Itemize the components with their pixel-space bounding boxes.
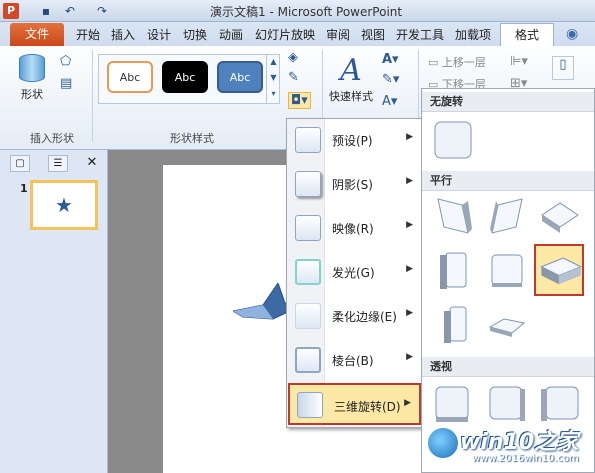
outline-tab-icon[interactable]: ☰ (48, 155, 68, 172)
3d-rotation-submenu: 无旋转 平行 透视 (421, 88, 595, 473)
group-divider (92, 50, 93, 142)
text-box-icon[interactable]: ▤ (60, 76, 72, 91)
cylinder-shape-icon (19, 54, 45, 82)
quick-styles-button[interactable]: A 快速样式 (328, 54, 374, 104)
watermark-url: www.2016win10.com (472, 453, 579, 464)
submenu-arrow-icon: ▶ (406, 352, 413, 362)
rotation-none-tile[interactable] (432, 119, 474, 161)
menu-item-3d-rotation[interactable]: 三维旋转(D) ▶ (288, 383, 421, 425)
tab-review[interactable]: 审阅 (326, 25, 350, 45)
menu-item-reflection[interactable]: 映像(R) ▶ (288, 209, 421, 247)
menu-item-shadow[interactable]: 阴影(S) ▶ (288, 165, 421, 203)
tab-animations[interactable]: 动画 (219, 25, 243, 45)
rotation-perspective-1-tile[interactable] (432, 383, 474, 425)
rotation-parallel-5-tile[interactable] (486, 249, 528, 291)
section-no-rotation: 无旋转 (422, 92, 594, 112)
submenu-arrow-icon: ▶ (406, 220, 413, 230)
submenu-arrow-icon: ▶ (406, 264, 413, 274)
redo-icon[interactable]: ↷ (94, 3, 110, 19)
tab-home[interactable]: 开始 (76, 25, 100, 45)
menu-item-preset[interactable]: 预设(P) ▶ (288, 121, 421, 159)
tab-insert[interactable]: 插入 (111, 25, 135, 45)
size-icon[interactable]: ▯ (552, 56, 574, 80)
section-parallel: 平行 (422, 171, 594, 191)
menu-item-bevel[interactable]: 棱台(B) ▶ (288, 341, 421, 379)
shadow-icon (295, 171, 321, 197)
rotation-parallel-7-tile[interactable] (432, 303, 474, 345)
rotation-parallel-4-tile[interactable] (432, 249, 474, 291)
slides-tab-icon[interactable]: ▢ (10, 155, 30, 172)
watermark-text: win10之家 (460, 430, 579, 455)
tab-view[interactable]: 视图 (361, 25, 385, 45)
quick-styles-label: 快速样式 (329, 90, 373, 103)
submenu-arrow-icon: ▶ (406, 132, 413, 142)
rotation-parallel-3-tile[interactable] (538, 195, 580, 237)
align-icon[interactable]: ⊫▾ (510, 54, 528, 69)
ribbon-tabs: 文件 开始 插入 设计 切换 动画 幻灯片放映 审阅 视图 开发工具 加载项 格… (0, 22, 595, 46)
slide-number: 1 (20, 182, 28, 195)
tab-slideshow[interactable]: 幻灯片放映 (255, 25, 315, 45)
rotation-perspective-3-tile[interactable] (538, 383, 580, 425)
shape-style-blue[interactable]: Abc (217, 61, 263, 93)
tab-design[interactable]: 设计 (147, 25, 171, 45)
slide-thumbnail[interactable]: ★ (30, 180, 98, 230)
text-fill-icon[interactable]: A▾ (382, 52, 399, 67)
shapes-button[interactable]: 形状 (14, 54, 50, 114)
rotation-parallel-8-tile[interactable] (486, 303, 528, 345)
submenu-arrow-icon: ▶ (406, 308, 413, 318)
wordart-a-icon: A (340, 53, 362, 88)
section-perspective: 透视 (422, 357, 594, 377)
gallery-scroll-arrows[interactable]: ▲ ▼ ▾ (266, 54, 280, 104)
rotation-parallel-6-tile-selected[interactable] (534, 244, 584, 296)
submenu-arrow-icon: ▶ (406, 176, 413, 186)
rotation-perspective-2-tile[interactable] (486, 383, 528, 425)
bring-forward-button[interactable]: ▭ 上移一层 (428, 54, 486, 70)
tab-addins[interactable]: 加载项 (455, 25, 491, 45)
rotation-parallel-1-tile[interactable] (432, 195, 474, 237)
edit-shape-icon[interactable]: ⬠ (60, 54, 71, 69)
shape-effects-menu: 预设(P) ▶ 阴影(S) ▶ 映像(R) ▶ 发光(G) ▶ 柔化边缘(E) … (286, 118, 422, 428)
bring-forward-icon: ▭ (428, 56, 442, 69)
shape-styles-group-label: 形状样式 (170, 132, 214, 145)
text-outline-icon[interactable]: ✎▾ (382, 72, 399, 87)
window-title: 演示文稿1 - Microsoft PowerPoint (210, 5, 403, 19)
powerpoint-icon: P (3, 3, 19, 19)
undo-icon[interactable]: ↶ (62, 3, 78, 19)
tab-file[interactable]: 文件 (10, 23, 64, 46)
shape-effects-button[interactable]: ◘▾ (288, 92, 311, 109)
submenu-arrow-icon: ▶ (404, 398, 411, 408)
slide-thumbnail-panel: ▢ ☰ ✕ 1 ★ (0, 150, 108, 473)
glow-icon (295, 259, 321, 285)
tab-format[interactable]: 格式 (500, 23, 554, 46)
menu-item-glow[interactable]: 发光(G) ▶ (288, 253, 421, 291)
watermark: win10之家 www.2016win10.com (420, 420, 595, 473)
close-icon[interactable]: ✕ (82, 155, 102, 172)
panel-tabs: ▢ ☰ ✕ (10, 155, 104, 173)
shape-style-orange-outline[interactable]: Abc (107, 61, 153, 93)
star-icon: ★ (55, 193, 73, 217)
win10-logo-icon (426, 426, 460, 460)
help-icon[interactable]: ◉ (566, 24, 578, 44)
bevel-icon (295, 347, 321, 373)
shape-fill-icon[interactable]: ◈ (288, 50, 298, 65)
text-effects-icon[interactable]: A▾ (382, 94, 397, 109)
soft-edges-icon (295, 303, 321, 329)
shape-outline-icon[interactable]: ✎ (288, 70, 299, 85)
reflection-icon (295, 215, 321, 241)
tab-developer[interactable]: 开发工具 (396, 25, 444, 45)
insert-shapes-group-label: 插入形状 (30, 132, 74, 145)
title-bar: P ▪ ↶ ↷ 演示文稿1 - Microsoft PowerPoint (0, 0, 595, 22)
shapes-label: 形状 (21, 88, 43, 101)
rotation-parallel-2-tile[interactable] (486, 195, 528, 237)
menu-item-soft-edges[interactable]: 柔化边缘(E) ▶ (288, 297, 421, 335)
save-icon[interactable]: ▪ (38, 3, 54, 19)
rotation-oblique-icon (540, 257, 583, 285)
tab-transitions[interactable]: 切换 (183, 25, 207, 45)
3d-rotation-icon (297, 392, 323, 418)
shape-style-black[interactable]: Abc (162, 61, 208, 93)
preset-icon (295, 127, 321, 153)
